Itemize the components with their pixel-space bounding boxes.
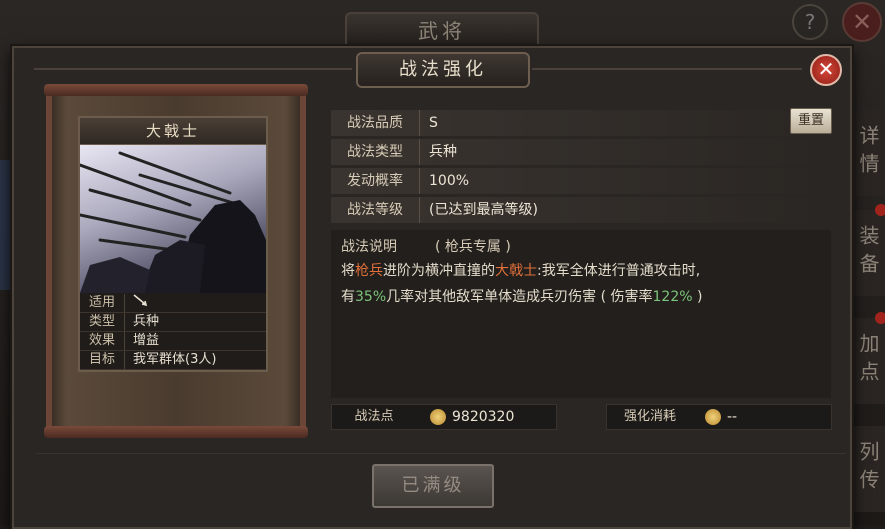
background-window-title: 武将 bbox=[345, 12, 539, 50]
upgrade-cost-value: -- bbox=[727, 409, 738, 425]
dialog-title: 战法强化 bbox=[356, 52, 530, 88]
info-row-quality: 战法品质 S bbox=[331, 110, 831, 136]
description-label: 战法说明 bbox=[341, 239, 397, 255]
reset-button[interactable]: 重置 bbox=[790, 108, 832, 134]
scroll-rod-bottom bbox=[44, 426, 308, 438]
stat-row-type: 类型 兵种 bbox=[80, 313, 266, 332]
coin-icon bbox=[430, 409, 446, 425]
title-rule-left bbox=[34, 68, 352, 70]
description-line-2: 有35%几率对其他敌军单体造成兵刃伤害 ( 伤害率122% ) bbox=[341, 289, 703, 305]
description-line-1: 将枪兵进阶为横冲直撞的大戟士:我军全体进行普通攻击时, bbox=[341, 263, 701, 279]
info-row-type: 战法类型 兵种 bbox=[331, 139, 831, 165]
skill-card-stats: 适用 类型 兵种 效果 增益 目标 我军群体(3人) bbox=[80, 294, 266, 370]
skill-card-name: 大戟士 bbox=[80, 118, 266, 145]
upgrade-cost-label: 强化消耗 bbox=[623, 409, 676, 424]
coin-icon bbox=[705, 409, 721, 425]
stat-row-target: 目标 我军群体(3人) bbox=[80, 351, 266, 370]
upgrade-cost-box: 强化消耗 -- bbox=[606, 404, 832, 430]
notification-dot bbox=[875, 312, 885, 324]
title-rule-right bbox=[532, 68, 802, 70]
skill-description: 战法说明 ( 枪兵专属 ) 将枪兵进阶为横冲直撞的大戟士:我军全体进行普通攻击时… bbox=[331, 230, 831, 398]
skill-points-value: 9820320 bbox=[452, 409, 515, 425]
rate-value: 100% bbox=[429, 173, 470, 189]
scroll-rod-top bbox=[44, 84, 308, 96]
skill-points-label: 战法点 bbox=[354, 409, 394, 424]
quality-value: S bbox=[429, 115, 438, 131]
stat-row-applicable: 适用 bbox=[80, 294, 266, 313]
close-icon[interactable]: ✕ bbox=[810, 54, 842, 86]
background-decoration bbox=[0, 160, 10, 290]
stat-row-effect: 效果 增益 bbox=[80, 332, 266, 351]
bottom-divider bbox=[36, 453, 846, 454]
halberd-icon bbox=[125, 294, 148, 310]
type-value: 兵种 bbox=[429, 144, 457, 160]
skill-card-art bbox=[80, 145, 266, 293]
skill-card: 大戟士 适用 类型 兵种 效果 增益 目标 我军群体(3人) bbox=[78, 116, 268, 372]
description-tag: ( 枪兵专属 ) bbox=[435, 239, 511, 255]
help-icon[interactable]: ? bbox=[792, 4, 828, 40]
info-row-level: 战法等级 (已达到最高等级) bbox=[331, 197, 831, 223]
halberd-soldiers-illustration bbox=[80, 151, 266, 293]
level-value: (已达到最高等级) bbox=[429, 202, 538, 218]
info-row-rate: 发动概率 100% bbox=[331, 168, 831, 194]
skill-upgrade-dialog: 战法强化 ✕ 大戟士 适用 类型 兵种 效果 增益 目标 我军群体(3人) 战法… bbox=[12, 46, 852, 529]
background-close-icon[interactable]: ✕ bbox=[842, 2, 882, 42]
max-level-button: 已满级 bbox=[372, 464, 494, 508]
skill-points-box: 战法点 9820320 bbox=[331, 404, 557, 430]
notification-dot bbox=[875, 204, 885, 216]
